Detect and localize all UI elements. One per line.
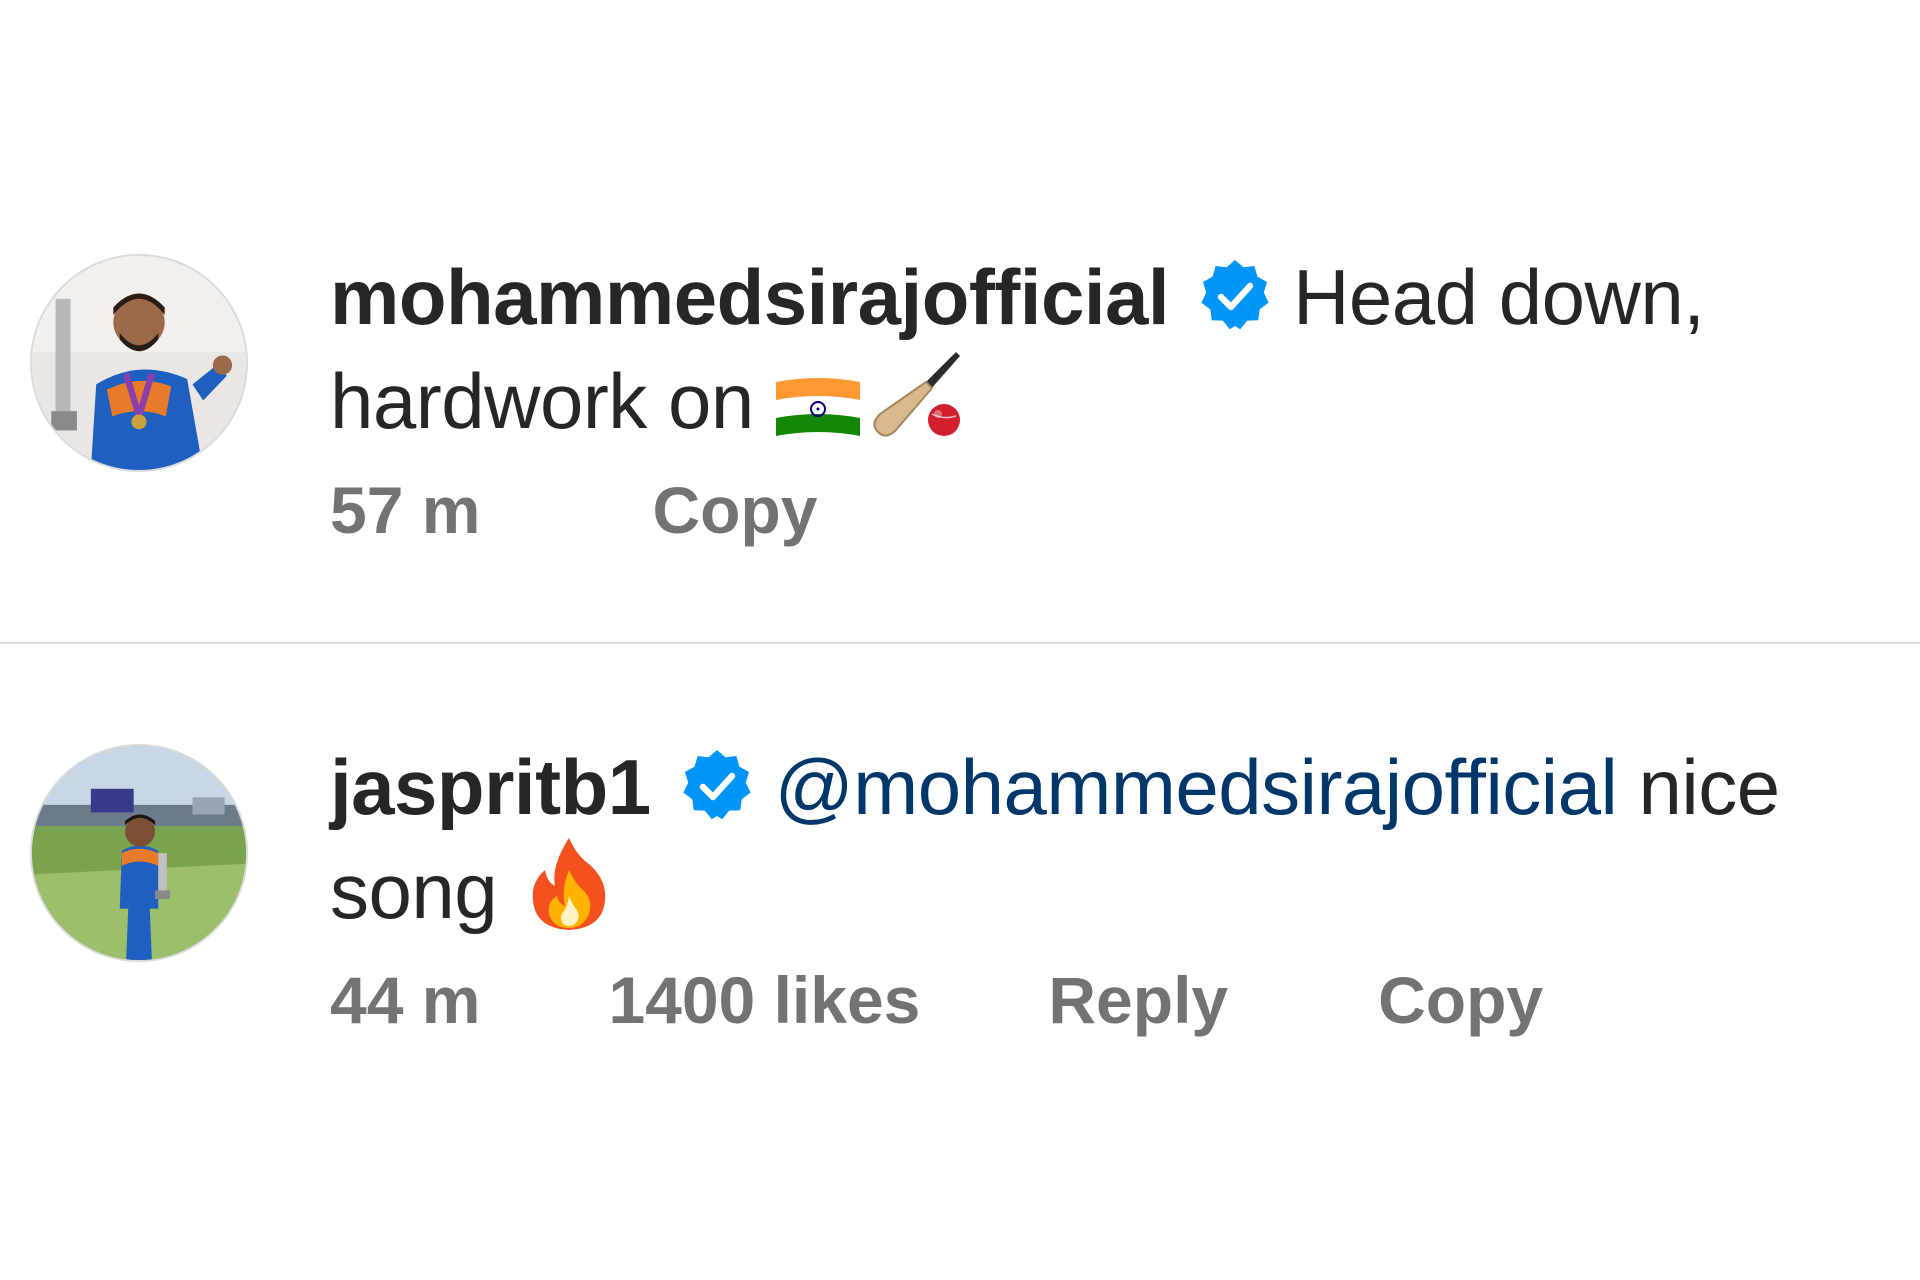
avatar-photo-icon: [32, 256, 246, 470]
divider: [0, 642, 1920, 644]
comment-time: 44 m: [330, 963, 481, 1037]
reply-button[interactable]: Reply: [1048, 958, 1228, 1042]
comment-body: mohammedsirajofficial Head down, hardwor…: [330, 248, 1910, 552]
comment-text: Head down,: [1293, 253, 1705, 341]
india-flag-icon: [772, 376, 864, 442]
comment-time: 57 m: [330, 473, 481, 547]
comment-text-continued: song: [330, 847, 498, 935]
copy-button[interactable]: Copy: [652, 468, 817, 552]
verified-badge-icon: [1195, 256, 1275, 336]
fire-icon: [527, 836, 611, 932]
username[interactable]: mohammedsirajofficial: [330, 253, 1170, 341]
username[interactable]: jaspritb1: [330, 743, 651, 831]
comment-line-2: hardwork on: [330, 346, 1910, 450]
comment-meta: 57 m Copy: [330, 468, 1910, 552]
comment-line-1: jaspritb1 @mohammedsirajofficial nice: [330, 738, 1910, 836]
likes-count[interactable]: 1400 likes: [608, 958, 920, 1042]
cricket-bat-and-ball-icon: [868, 346, 964, 442]
avatar-photo-icon: [32, 746, 246, 960]
comment-text-continued: hardwork on: [330, 357, 754, 445]
comment-line-2: song: [330, 836, 1910, 940]
mention-link[interactable]: @mohammedsirajofficial: [775, 743, 1618, 831]
comment-line-1: mohammedsirajofficial Head down,: [330, 248, 1910, 346]
avatar[interactable]: [30, 254, 248, 472]
verified-badge-icon: [677, 746, 757, 826]
comment-text: nice: [1638, 743, 1780, 831]
copy-button[interactable]: Copy: [1378, 958, 1543, 1042]
comment-body: jaspritb1 @mohammedsirajofficial nice so…: [330, 738, 1910, 1042]
comment-meta: 44 m 1400 likes Reply Copy: [330, 958, 1910, 1042]
avatar[interactable]: [30, 744, 248, 962]
